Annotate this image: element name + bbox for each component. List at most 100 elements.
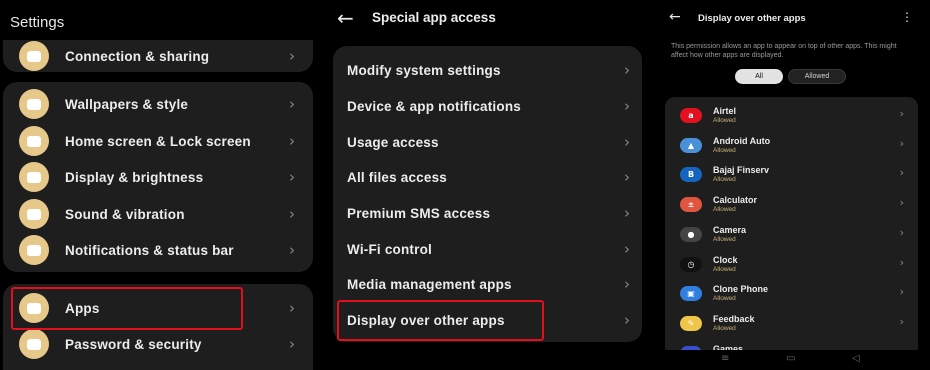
special-access-panel: ← Special app access Modify system setti… <box>319 0 649 370</box>
image-icon <box>19 126 49 156</box>
settings-panel: Settings Connection & sharing › Wallpape… <box>0 0 316 370</box>
settings-item-label: Notifications & status bar <box>65 242 234 258</box>
filter-all-button[interactable]: All <box>735 69 783 84</box>
app-name: Bajaj Finserv <box>713 165 770 175</box>
list-item-label: Premium SMS access <box>347 205 491 221</box>
app-status: Allowed <box>713 266 736 273</box>
app-status: Allowed <box>713 117 736 124</box>
app-name: Camera <box>713 225 747 235</box>
chevron-right-icon: › <box>624 275 630 293</box>
share-icon <box>19 41 49 71</box>
back-arrow-icon[interactable]: ← <box>337 6 354 30</box>
settings-item-notifications[interactable]: Notifications & status bar › <box>3 232 313 268</box>
chevron-right-icon: › <box>624 311 630 329</box>
back-arrow-icon[interactable]: ← <box>669 9 681 25</box>
key-icon <box>19 329 49 359</box>
app-row-clock[interactable]: ◷ Clock Allowed › <box>665 250 918 280</box>
page-title: Special app access <box>372 10 496 25</box>
list-item-label: Media management apps <box>347 276 512 292</box>
palette-icon <box>19 89 49 119</box>
settings-item-connection-sharing[interactable]: Connection & sharing › <box>3 38 313 74</box>
app-status: Allowed <box>713 176 736 183</box>
chevron-right-icon: › <box>624 168 630 186</box>
app-list-card: a Airtel Allowed › ▲ Android Auto Allowe… <box>665 97 918 361</box>
app-status: Allowed <box>713 295 736 302</box>
list-item-usage-access[interactable]: Usage access › <box>333 125 642 159</box>
list-item-label: Usage access <box>347 134 439 150</box>
clock-icon: ◷ <box>680 257 702 272</box>
calculator-icon: ± <box>680 197 702 212</box>
airtel-icon: a <box>680 108 702 123</box>
settings-item-label: Sound & vibration <box>65 206 185 222</box>
settings-item-password[interactable]: Password & security › <box>3 326 313 362</box>
list-item-wifi-control[interactable]: Wi-Fi control › <box>333 232 642 266</box>
chevron-right-icon: › <box>624 97 630 115</box>
chevron-right-icon: › <box>289 132 295 150</box>
back-icon[interactable]: ◁ <box>852 353 860 364</box>
settings-item-home-lock[interactable]: Home screen & Lock screen › <box>3 123 313 159</box>
system-nav-bar: ≡ ▭ ◁ <box>653 350 930 370</box>
display-over-panel: ← Display over other apps ⋮ This permiss… <box>653 0 930 370</box>
chevron-right-icon: › <box>899 107 904 120</box>
settings-item-sound[interactable]: Sound & vibration › <box>3 196 313 232</box>
app-row-calculator[interactable]: ± Calculator Allowed › <box>665 190 918 220</box>
settings-item-label: Password & security <box>65 336 202 352</box>
settings-item-label: Connection & sharing <box>65 48 210 64</box>
list-item-device-notifications[interactable]: Device & app notifications › <box>333 89 642 123</box>
settings-card-display: Wallpapers & style › Home screen & Lock … <box>3 82 313 272</box>
chevron-right-icon: › <box>899 285 904 298</box>
page-title: Settings <box>10 14 65 31</box>
chevron-right-icon: › <box>289 299 295 317</box>
settings-item-display[interactable]: Display & brightness › <box>3 159 313 195</box>
list-item-label: Device & app notifications <box>347 98 521 114</box>
home-icon[interactable]: ▭ <box>786 353 795 364</box>
chevron-right-icon: › <box>289 47 295 65</box>
app-row-clone-phone[interactable]: ▣ Clone Phone Allowed › <box>665 279 918 309</box>
feedback-icon: ✎ <box>680 316 702 331</box>
chevron-right-icon: › <box>899 256 904 269</box>
settings-item-label: Display & brightness <box>65 169 204 185</box>
app-name: Calculator <box>713 195 758 205</box>
app-status: Allowed <box>713 147 736 154</box>
chevron-right-icon: › <box>624 204 630 222</box>
settings-item-wallpapers[interactable]: Wallpapers & style › <box>3 86 313 122</box>
list-item-modify-system[interactable]: Modify system settings › <box>333 53 642 87</box>
android-auto-icon: ▲ <box>680 138 702 153</box>
clone-phone-icon: ▣ <box>680 286 702 301</box>
highlight-apps <box>11 287 243 330</box>
settings-card-top: Connection & sharing › <box>3 40 313 72</box>
app-name: Clock <box>713 255 738 265</box>
list-item-all-files[interactable]: All files access › <box>333 160 642 194</box>
app-name: Android Auto <box>713 136 771 146</box>
app-row-camera[interactable]: ● Camera Allowed › <box>665 220 918 250</box>
menu-icon[interactable]: ≡ <box>721 353 729 364</box>
app-row-feedback[interactable]: ✎ Feedback Allowed › <box>665 309 918 339</box>
list-item-label: All files access <box>347 169 448 185</box>
app-status: Allowed <box>713 236 736 243</box>
app-status: Allowed <box>713 206 736 213</box>
page-title: Display over other apps <box>698 13 806 24</box>
permission-description: This permission allows an app to appear … <box>671 43 897 59</box>
chevron-right-icon: › <box>624 240 630 258</box>
chevron-right-icon: › <box>289 205 295 223</box>
app-status: Allowed <box>713 325 736 332</box>
chevron-right-icon: › <box>289 95 295 113</box>
chevron-right-icon: › <box>624 61 630 79</box>
app-name: Feedback <box>713 314 755 324</box>
list-item-media-management[interactable]: Media management apps › <box>333 267 642 301</box>
more-options-icon[interactable]: ⋮ <box>901 10 913 24</box>
chevron-right-icon: › <box>899 315 904 328</box>
chevron-right-icon: › <box>899 226 904 239</box>
chevron-right-icon: › <box>899 196 904 209</box>
settings-item-label: Wallpapers & style <box>65 96 189 112</box>
app-row-android-auto[interactable]: ▲ Android Auto Allowed › <box>665 131 918 161</box>
highlight-display-over-apps <box>337 300 544 341</box>
notification-icon <box>19 235 49 265</box>
app-row-bajaj-finserv[interactable]: B Bajaj Finserv Allowed › <box>665 160 918 190</box>
sun-icon <box>19 162 49 192</box>
chevron-right-icon: › <box>899 166 904 179</box>
special-access-card: Modify system settings › Device & app no… <box>333 46 642 342</box>
filter-allowed-button[interactable]: Allowed <box>788 69 846 84</box>
app-row-airtel[interactable]: a Airtel Allowed › <box>665 101 918 131</box>
list-item-premium-sms[interactable]: Premium SMS access › <box>333 196 642 230</box>
